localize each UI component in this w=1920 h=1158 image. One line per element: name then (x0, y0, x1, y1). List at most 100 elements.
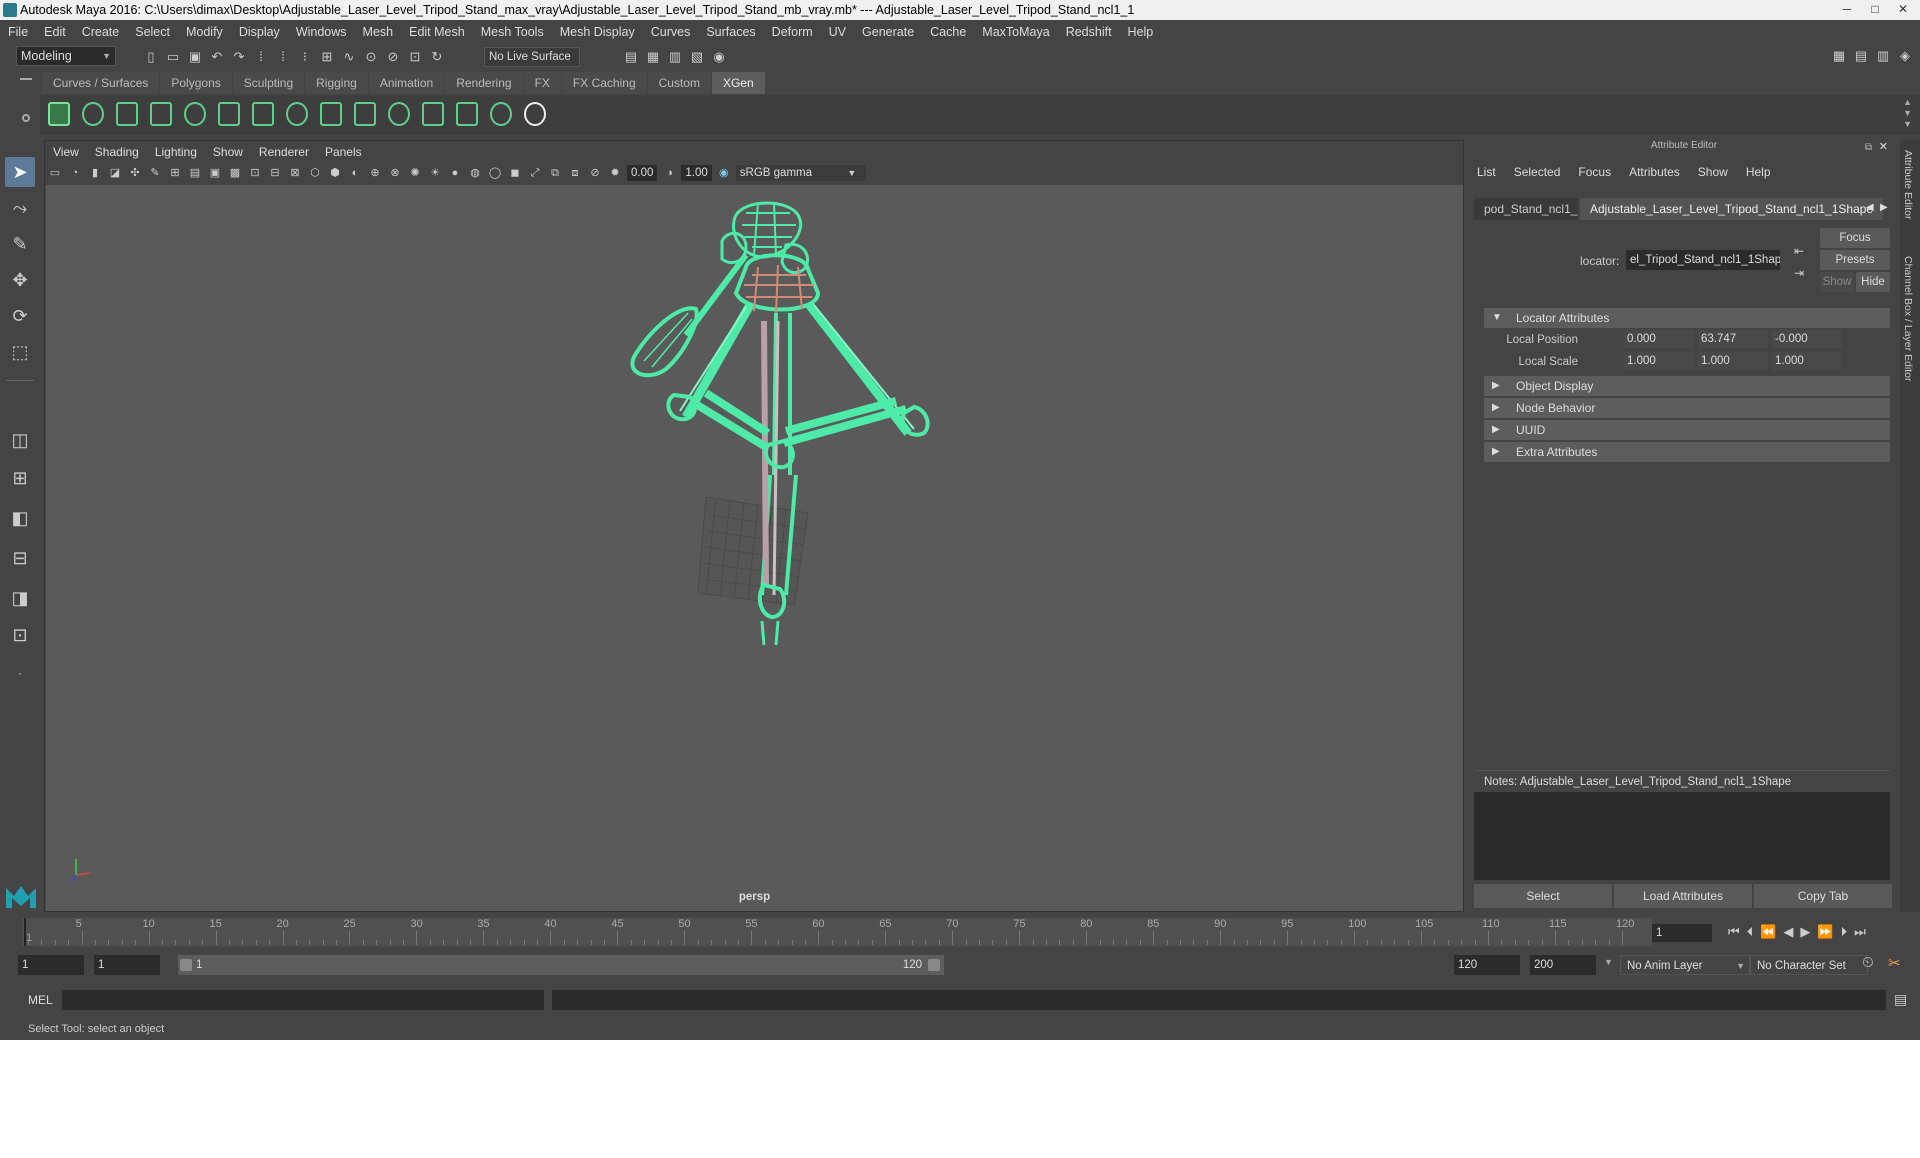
menu-mesh[interactable]: Mesh (355, 21, 402, 43)
float-panel-icon[interactable]: ⧉ (1865, 142, 1872, 153)
xgen-hex-icon[interactable] (520, 98, 548, 132)
lasso-tool-icon[interactable]: ⤳ (5, 193, 35, 223)
2d-pan-zoom-icon[interactable]: ✣ (127, 165, 143, 181)
panel-menu-shading[interactable]: Shading (87, 141, 147, 163)
snap-point-icon[interactable]: ⊙ (362, 48, 380, 66)
persp-graph-layout-icon[interactable]: ⊟ (5, 543, 35, 573)
xgen-comb-icon[interactable] (384, 98, 412, 132)
local-scale-y-field[interactable]: 1.000 (1698, 352, 1768, 370)
range-end-handle[interactable] (928, 959, 940, 971)
live-surface-field[interactable]: No Live Surface (484, 47, 580, 67)
snap-grid-icon[interactable]: ⊞ (318, 48, 336, 66)
single-perspective-layout-icon[interactable]: ◫ (5, 425, 35, 455)
toggle-channel-box-icon[interactable]: ◈ (1896, 47, 1914, 65)
xgen-sculpt-icon[interactable] (248, 98, 276, 132)
redo-icon[interactable]: ↷ (230, 48, 248, 66)
animation-end-field[interactable]: 200 (1530, 955, 1596, 975)
ae-menu-help[interactable]: Help (1737, 162, 1780, 182)
shelf-settings-icon[interactable] (22, 114, 30, 122)
step-forward-frame-icon[interactable]: ⏵ (1841, 924, 1848, 940)
local-position-z-field[interactable]: -0.000 (1772, 330, 1842, 348)
chevron-down-icon[interactable]: ▼ (844, 165, 860, 181)
render-frame-icon[interactable]: ▦ (644, 48, 662, 66)
ae-menu-attributes[interactable]: Attributes (1620, 162, 1689, 182)
wireframe-on-shaded-icon[interactable]: ◐ (347, 165, 363, 181)
depth-of-field-icon[interactable]: ◼ (507, 165, 523, 181)
local-scale-z-field[interactable]: 1.000 (1772, 352, 1842, 370)
range-bar[interactable]: 1 120 (178, 955, 944, 975)
anim-layer-select[interactable]: No Anim Layer ▼ (1620, 955, 1750, 975)
auto-key-icon[interactable]: ⏲ (1862, 954, 1874, 971)
select-button[interactable]: Select (1474, 884, 1612, 908)
menu-mesh-tools[interactable]: Mesh Tools (473, 21, 552, 43)
gate-mask-icon[interactable]: ▩ (227, 165, 243, 181)
menu-maxtomaya[interactable]: MaxToMaya (974, 21, 1057, 43)
play-backward-icon[interactable]: ◀ (1783, 924, 1793, 940)
menu-redshift[interactable]: Redshift (1058, 21, 1120, 43)
save-scene-icon[interactable]: ▣ (186, 48, 204, 66)
command-language-label[interactable]: MEL (28, 988, 53, 1012)
xgen-layer-icon[interactable] (350, 98, 378, 132)
scale-tool-icon[interactable]: ⬚ (5, 337, 35, 367)
modeling-toolkit-icon[interactable]: ▦ (1830, 47, 1848, 65)
show-button[interactable]: Show (1820, 272, 1854, 292)
notes-textarea[interactable] (1474, 792, 1890, 880)
image-plane-icon[interactable]: ◪ (107, 165, 123, 181)
xgen-splines-icon[interactable] (316, 98, 344, 132)
xgen-place-guide-icon[interactable] (180, 98, 208, 132)
close-button[interactable]: ✕ (1890, 0, 1916, 18)
copy-tab-button[interactable]: Copy Tab (1754, 884, 1892, 908)
section-locator-attributes[interactable]: ▼ Locator Attributes (1484, 308, 1890, 328)
go-to-end-icon[interactable]: ⏭ (1854, 924, 1866, 940)
tab-channel-box-vertical[interactable]: Channel Box / Layer Editor (1902, 256, 1914, 382)
xgen-guides-icon[interactable] (146, 98, 174, 132)
character-set-select[interactable]: No Character Set (1750, 955, 1868, 975)
select-node-icon[interactable]: ⇤ (1794, 244, 1804, 258)
menu-surfaces[interactable]: Surfaces (698, 21, 763, 43)
local-position-x-field[interactable]: 0.000 (1624, 330, 1694, 348)
tab-polygons[interactable]: Polygons (160, 72, 232, 94)
timeline-ticks[interactable]: 1 5 10 15 20 25 30 35 40 45 50 55 60 65 70 75 80 85 90 95 1… (22, 918, 1652, 946)
menu-deform[interactable]: Deform (764, 21, 821, 43)
toggle-tool-settings-icon[interactable]: ▥ (1874, 47, 1892, 65)
command-input[interactable] (62, 990, 544, 1010)
field-chart-icon[interactable]: ⊡ (247, 165, 263, 181)
motion-blur-icon[interactable]: ◍ (467, 165, 483, 181)
step-forward-key-icon[interactable]: ⏩ (1817, 924, 1833, 940)
use-all-lights-icon[interactable]: ✺ (407, 165, 423, 181)
menu-windows[interactable]: Windows (288, 21, 355, 43)
ambient-occlusion-icon[interactable]: ● (447, 165, 463, 181)
tab-scroll-right-icon[interactable]: ▶ (1880, 202, 1888, 213)
undo-icon[interactable]: ↶ (208, 48, 226, 66)
script-editor-icon[interactable]: ▤ (1894, 991, 1907, 1008)
panel-menu-panels[interactable]: Panels (317, 141, 370, 163)
snap-curve-icon[interactable]: ∿ (340, 48, 358, 66)
tab-attribute-editor-vertical[interactable]: Attribute Editor (1902, 150, 1914, 219)
rotate-tool-icon[interactable]: ⟳ (5, 301, 35, 331)
four-view-layout-icon[interactable]: ⊞ (5, 463, 35, 493)
camera-attributes-icon[interactable]: ◔ (67, 165, 83, 181)
xray-joints-icon[interactable]: ⧉ (547, 165, 563, 181)
menu-cache[interactable]: Cache (922, 21, 974, 43)
current-frame-field[interactable]: 1 (1652, 924, 1712, 942)
perspective-viewport[interactable]: persp (46, 185, 1463, 911)
textured-icon[interactable]: ⊕ (367, 165, 383, 181)
uv-layout-icon[interactable]: ⊡ (5, 620, 35, 650)
xgen-x-icon[interactable] (44, 98, 72, 132)
animation-start-field[interactable]: 1 (18, 955, 84, 975)
tab-rigging[interactable]: Rigging (305, 72, 368, 94)
menu-display[interactable]: Display (231, 21, 288, 43)
hide-button[interactable]: Hide (1856, 272, 1890, 292)
hypershade-icon[interactable]: ◉ (710, 48, 728, 66)
ae-menu-selected[interactable]: Selected (1505, 162, 1570, 182)
gamma-field[interactable]: 1.00 (681, 165, 712, 181)
make-live-icon[interactable]: ↻ (428, 48, 446, 66)
menu-curves[interactable]: Curves (643, 21, 699, 43)
playback-end-field[interactable]: 120 (1454, 955, 1520, 975)
wireframe-icon[interactable]: ⬡ (307, 165, 323, 181)
chevron-down-icon[interactable]: ▼ (1604, 957, 1613, 967)
hypershade-layout-icon[interactable]: ◨ (5, 583, 35, 613)
move-tool-icon[interactable]: ✥ (5, 265, 35, 295)
menu-select[interactable]: Select (127, 21, 178, 43)
shelf-scroll-arrows-icon[interactable]: ▲ ▼ ▼ (1903, 97, 1912, 130)
